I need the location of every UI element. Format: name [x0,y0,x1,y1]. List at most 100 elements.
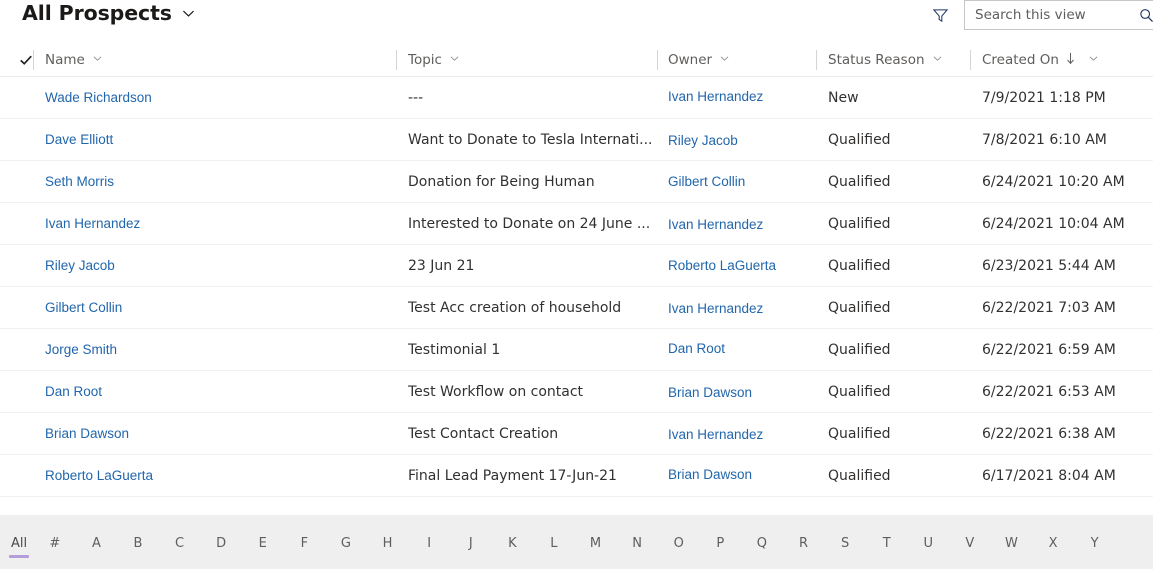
alpha-filter-hash[interactable]: # [34,534,76,551]
row-name-link[interactable]: Riley Jacob [45,258,115,273]
alpha-filter-h[interactable]: H [367,534,409,551]
row-name-link[interactable]: Gilbert Collin [45,300,122,315]
row-owner-link[interactable]: Ivan Hernandez [668,89,763,104]
row-owner-link[interactable]: Brian Dawson [668,467,752,482]
row-name-link-cell: Seth Morris [45,161,395,202]
alpha-filter-w[interactable]: W [991,534,1033,551]
view-selector[interactable]: All Prospects [22,1,196,25]
alpha-filter-label: F [300,535,309,551]
alpha-filter-d[interactable]: D [200,534,242,551]
column-header-owner[interactable]: Owner [668,44,730,76]
row-name-link[interactable]: Dave Elliott [45,132,113,147]
row-topic-cell: --- [408,77,656,118]
row-topic-cell: Final Lead Payment 17-Jun-21 [408,455,656,496]
row-status-reason-cell: Qualified [828,371,968,412]
alpha-filter-f[interactable]: F [284,534,326,551]
alpha-filter-all[interactable]: All [4,534,34,558]
search-input[interactable] [965,2,1125,28]
alpha-filter-i[interactable]: I [408,534,450,551]
row-owner-link[interactable]: Riley Jacob [668,133,738,148]
alpha-filter-y[interactable]: Y [1074,534,1116,551]
row-name-link[interactable]: Wade Richardson [45,90,152,105]
alpha-filter-e[interactable]: E [242,534,284,551]
view-header-bar: All Prospects [0,0,1153,44]
row-topic-cell: Test Workflow on contact [408,371,656,412]
row-name-link-cell: Roberto LaGuerta [45,455,395,496]
row-name-link-cell: Riley Jacob [45,245,395,286]
row-status-reason-cell: Qualified [828,455,968,496]
row-name-link-cell: Jorge Smith [45,329,395,370]
row-name-link[interactable]: Seth Morris [45,174,114,189]
table-row[interactable]: Jorge Smith Testimonial 1 Dan Root Qualifie… [0,329,1153,371]
alpha-filter-x[interactable]: X [1032,534,1074,551]
column-header-topic[interactable]: Topic [408,44,460,76]
table-row[interactable]: Dave Elliott Want to Donate to Tesla Inte… [0,119,1153,161]
alpha-filter-label: # [49,535,61,551]
alpha-filter-b[interactable]: B [117,534,159,551]
row-topic: Test Workflow on contact [408,383,584,400]
table-row[interactable]: Wade Richardson --- Ivan Hernandez New 7/9/2… [0,77,1153,119]
alpha-filter-q[interactable]: Q [741,534,783,551]
column-header-label: Created On [982,52,1059,68]
row-created-on-cell: 6/23/2021 5:44 AM [982,245,1153,286]
row-name-link[interactable]: Ivan Hernandez [45,216,140,231]
table-row[interactable]: Gilbert Collin Test Acc creation of house… [0,287,1153,329]
alpha-filter-r[interactable]: R [783,534,825,551]
search-box[interactable] [964,0,1153,30]
alpha-filter-t[interactable]: T [866,534,908,551]
alpha-filter-s[interactable]: S [824,534,866,551]
column-divider [970,50,971,70]
row-owner-link-cell: Brian Dawson [668,454,813,495]
column-header-name[interactable]: Name [45,44,103,76]
row-owner-link[interactable]: Ivan Hernandez [668,301,763,316]
row-owner-link[interactable]: Ivan Hernandez [668,427,763,442]
column-header-label: Status Reason [828,52,925,68]
row-status-reason: Qualified [828,173,891,190]
table-row[interactable]: Brian Dawson Test Contact Creation Ivan He… [0,413,1153,455]
row-topic-cell: Test Acc creation of household [408,287,656,328]
alpha-filter-label: P [716,535,725,551]
alpha-filter-label: L [550,535,558,551]
row-owner-link[interactable]: Gilbert Collin [668,174,745,189]
alpha-filter-n[interactable]: N [616,534,658,551]
column-header-status-reason[interactable]: Status Reason [828,44,943,76]
row-name-link[interactable]: Brian Dawson [45,426,129,441]
alpha-filter-m[interactable]: M [575,534,617,551]
alpha-filter-v[interactable]: V [949,534,991,551]
column-header-created-on[interactable]: Created On [982,44,1099,76]
table-row[interactable]: Roberto LaGuerta Final Lead Payment 17-Ju… [0,455,1153,497]
row-status-reason-cell: Qualified [828,119,968,160]
table-row[interactable]: Dan Root Test Workflow on contact Brian Da… [0,371,1153,413]
table-row[interactable]: Seth Morris Donation for Being Human Gilbe… [0,161,1153,203]
row-name-link-cell: Brian Dawson [45,413,395,454]
row-name-link[interactable]: Dan Root [45,384,102,399]
row-owner-link[interactable]: Roberto LaGuerta [668,258,776,273]
alpha-filter-p[interactable]: P [700,534,742,551]
alpha-filter-u[interactable]: U [907,534,949,551]
row-topic-cell: Test Contact Creation [408,413,656,454]
row-topic: Donation for Being Human [408,173,595,190]
row-owner-link-cell: Dan Root [668,328,813,369]
row-name-link[interactable]: Roberto LaGuerta [45,468,153,483]
table-row[interactable]: Riley Jacob 23 Jun 21 Roberto LaGuerta Qual… [0,245,1153,287]
row-topic: Test Contact Creation [408,425,559,442]
row-owner-link[interactable]: Brian Dawson [668,385,752,400]
row-name-link[interactable]: Jorge Smith [45,342,117,357]
search-magnifier-icon[interactable] [1138,7,1153,28]
row-owner-link[interactable]: Ivan Hernandez [668,217,763,232]
row-status-reason-cell: New [828,77,968,118]
row-owner-link[interactable]: Dan Root [668,341,725,356]
row-created-on: 6/22/2021 6:53 AM [982,383,1116,400]
alpha-filter-a[interactable]: A [76,534,118,551]
row-created-on: 6/24/2021 10:04 AM [982,215,1125,232]
select-all-checkbox[interactable] [18,52,34,68]
alpha-filter-g[interactable]: G [325,534,367,551]
alpha-filter-c[interactable]: C [159,534,201,551]
alpha-filter-k[interactable]: K [492,534,534,551]
alpha-filter-l[interactable]: L [533,534,575,551]
table-row[interactable]: Ivan Hernandez Interested to Donate on 24… [0,203,1153,245]
filter-button[interactable] [925,2,955,32]
alpha-filter-label: I [427,535,432,551]
alpha-filter-o[interactable]: O [658,534,700,551]
alpha-filter-j[interactable]: J [450,534,492,551]
